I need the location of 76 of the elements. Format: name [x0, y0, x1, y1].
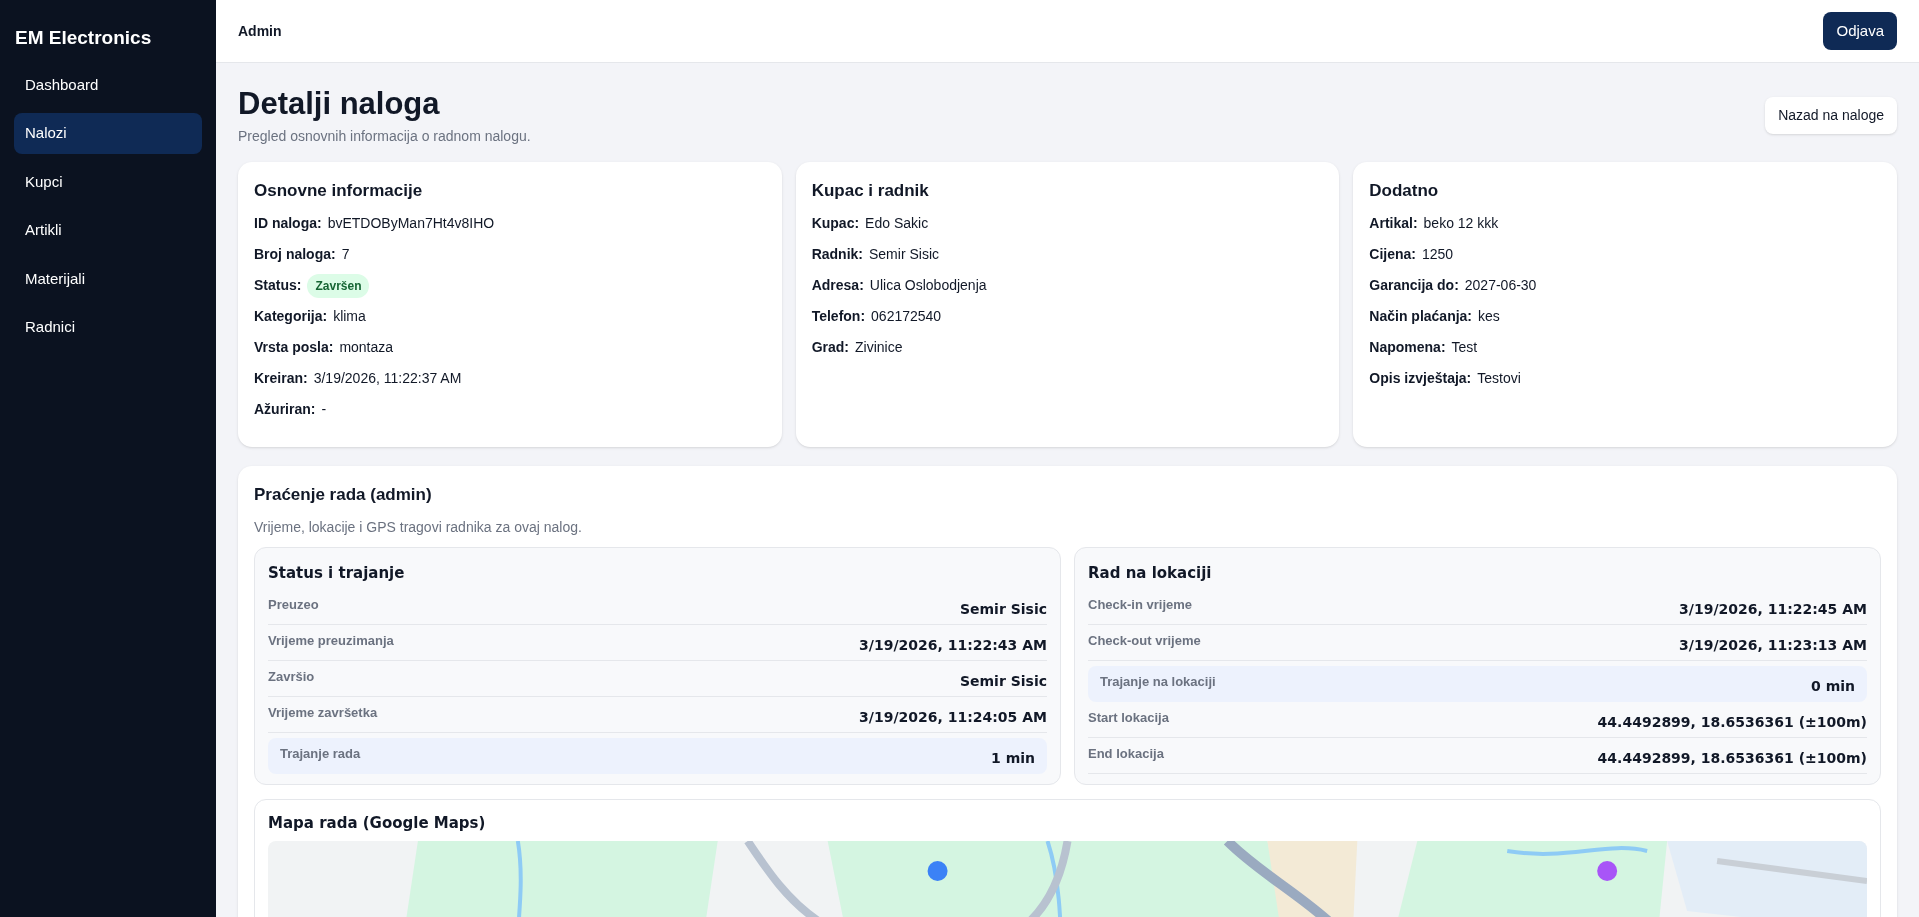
row-label: Trajanje na lokaciji	[1100, 672, 1216, 691]
field-label: Način plaćanja:	[1369, 307, 1473, 327]
field-label: Vrsta posla:	[254, 338, 334, 358]
field-value: montaza	[339, 338, 394, 358]
row-label: Trajanje rada	[280, 744, 361, 763]
field-label: Kategorija:	[254, 307, 328, 327]
map-title: Mapa rada (Google Maps)	[268, 812, 487, 834]
field-value: klima	[333, 307, 366, 327]
section-title: Praćenje rada (admin)	[254, 483, 433, 506]
row-value: 3/19/2026, 11:23:13 AM	[1679, 635, 1867, 655]
row-value: 44.4492899, 18.6536361 (±100m)	[1597, 712, 1867, 732]
field-value: 3/19/2026, 11:22:37 AM	[313, 369, 462, 389]
field-label: Opis izvještaja:	[1369, 369, 1472, 389]
field-label: Garancija do:	[1369, 276, 1459, 296]
row-value: 1 min	[991, 748, 1035, 768]
field-label: Napomena:	[1369, 338, 1446, 358]
row-label: End lokacija	[1088, 744, 1164, 763]
field-label: Ažuriran:	[254, 400, 316, 420]
field-label: Broj naloga:	[254, 245, 336, 265]
row-label: Preuzeo	[268, 595, 319, 614]
field-value: beko 12 kkk	[1423, 214, 1499, 234]
field-label: Adresa:	[811, 276, 864, 296]
field-label: Telefon:	[811, 307, 866, 327]
brand-title: EM Electronics	[14, 26, 153, 50]
section-subtitle: Vrijeme, lokacije i GPS tragovi radnika za ovaj nalog.	[254, 518, 583, 538]
row-label: Završio	[268, 667, 315, 686]
field-value: 2027-06-30	[1464, 276, 1537, 296]
field-value: 1250	[1422, 245, 1454, 265]
row-value: 3/19/2026, 11:22:45 AM	[1679, 599, 1867, 619]
field-value: Zivinice	[855, 338, 903, 358]
card-title: Dodatno	[1369, 179, 1440, 202]
row-value: 0 min	[1811, 676, 1855, 696]
row-value: Semir Sisic	[959, 671, 1047, 691]
row-label: Vrijeme završetka	[268, 703, 378, 722]
field-value: Test	[1451, 338, 1478, 358]
sidebar-item[interactable]: Materijali	[14, 258, 202, 299]
row-label: Start lokacija	[1088, 708, 1169, 727]
field-label: Status:	[254, 276, 302, 296]
sidebar-item[interactable]: Dashboard	[14, 64, 202, 105]
row-value: 44.4492899, 18.6536361 (±100m)	[1597, 748, 1867, 768]
field-value: 062172540	[871, 307, 942, 327]
panel-title: Status i trajanje	[268, 563, 406, 585]
field-label: Cijena:	[1369, 245, 1416, 265]
sidebar-item[interactable]: Radnici	[14, 307, 202, 348]
row-label: Check-out vrijeme	[1088, 631, 1201, 650]
field-value: Edo Sakic	[865, 214, 929, 234]
field-label: Radnik:	[811, 245, 863, 265]
field-value: Testovi	[1477, 369, 1521, 389]
panel-title: Rad na lokaciji	[1088, 563, 1213, 585]
row-value: 3/19/2026, 11:24:05 AM	[859, 707, 1047, 727]
field-value: Ulica Oslobodjenja	[869, 276, 987, 296]
sidebar-item[interactable]: Nalozi	[14, 113, 202, 154]
back-button[interactable]: Nazad na naloge	[1765, 97, 1897, 134]
card-title: Osnovne informacije	[254, 179, 424, 202]
sidebar-item[interactable]: Artikli	[14, 210, 202, 251]
sidebar-item[interactable]: Kupci	[14, 161, 202, 202]
field-value: -	[321, 400, 327, 420]
row-value: Semir Sisic	[959, 599, 1047, 619]
field-value: kes	[1478, 307, 1500, 327]
row-value: 3/19/2026, 11:22:43 AM	[859, 635, 1047, 655]
page-subtitle: Pregled osnovnih informacija o radnom nalogu.	[238, 126, 531, 146]
field-label: Kreiran:	[254, 369, 308, 389]
field-label: Grad:	[811, 338, 849, 358]
row-label: Vrijeme preuzimanja	[268, 631, 394, 650]
page-title: Detalji naloga	[238, 85, 441, 123]
status-badge: Završen	[307, 273, 370, 298]
logout-button[interactable]: Odjava	[1823, 11, 1897, 51]
field-value: Semir Sisic	[869, 245, 939, 265]
field-label: ID naloga:	[254, 214, 322, 234]
field-value: bvETDOByMan7Ht4v8IHO	[327, 214, 495, 234]
field-label: Kupac:	[811, 214, 860, 234]
row-label: Check-in vrijeme	[1088, 595, 1193, 614]
user-name: Admin	[238, 21, 282, 41]
field-label: Artikal:	[1369, 214, 1418, 234]
card-title: Kupac i radnik	[811, 179, 930, 202]
field-value: 7	[341, 245, 350, 265]
